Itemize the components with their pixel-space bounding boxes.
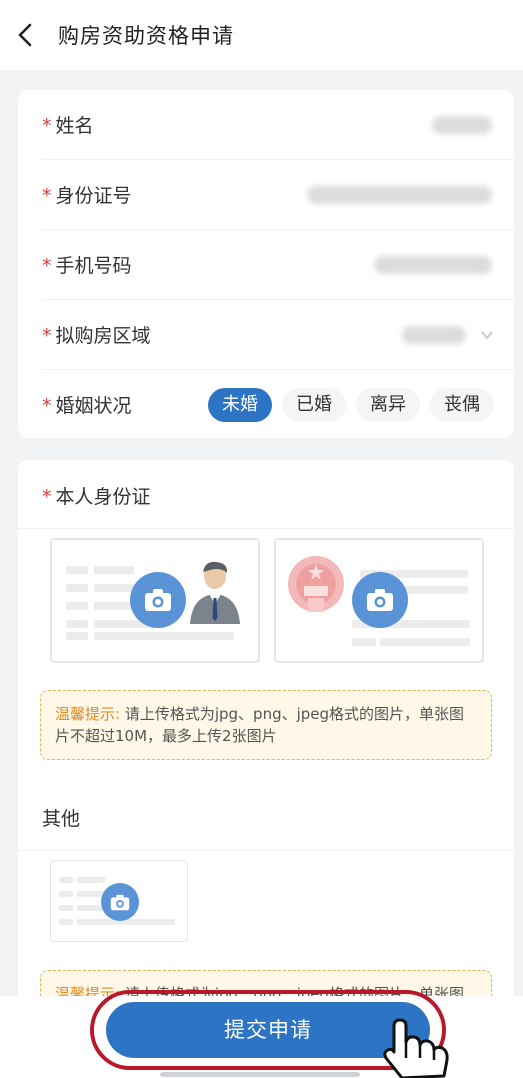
id-back-upload[interactable] [274,538,484,663]
area-row[interactable]: * 拟购房区域 [18,300,514,370]
camera-icon [352,572,408,628]
upload-card: * 本人身份证 温馨提示: 请上传格式为jpg、png、jpeg格式的图片，单张… [18,460,514,1020]
marital-row: * 婚姻状况 未婚 已婚 离异 丧偶 [18,370,514,440]
pointer-hand-icon [383,1018,449,1078]
id-number-row[interactable]: * 身份证号 [18,160,514,230]
camera-icon [130,572,186,628]
other-section-title: 其他 [42,808,81,830]
portrait-icon [190,561,240,624]
camera-icon [101,883,139,921]
top-bar: 购房资助资格申请 [0,0,523,70]
id-value-redacted [307,186,492,204]
id-front-upload[interactable] [50,538,260,663]
marital-option-single[interactable]: 未婚 [208,388,272,422]
home-indicator [160,1072,360,1077]
name-value-redacted [432,116,492,134]
marital-option-married[interactable]: 已婚 [282,388,346,422]
marital-label: * 婚姻状况 [42,395,132,417]
chevron-left-icon[interactable] [14,22,38,48]
page-title: 购房资助资格申请 [58,24,234,48]
phone-value-redacted [374,256,492,274]
chevron-down-icon [481,331,493,340]
other-upload[interactable] [50,860,188,942]
marital-option-divorced[interactable]: 离异 [356,388,420,422]
basic-info-card: * 姓名 * 身份证号 * 手机号码 * 拟购房区域 * 婚姻状况 未婚 已婚 离异 丧偶 [18,90,514,438]
marital-option-widowed[interactable]: 丧偶 [430,388,494,422]
area-value-redacted [402,326,466,344]
area-label: * 拟购房区域 [42,325,151,347]
id-card-section-title: * 本人身份证 [42,486,151,508]
marital-options: 未婚 已婚 离异 丧偶 [208,388,494,422]
name-row[interactable]: * 姓名 [18,90,514,160]
name-label: * 姓名 [42,115,94,137]
phone-label: * 手机号码 [42,255,132,277]
id-number-label: * 身份证号 [42,185,132,207]
upload-tip: 温馨提示: 请上传格式为jpg、png、jpeg格式的图片，单张图片不超过10M… [40,690,492,760]
national-emblem-icon [288,556,344,612]
phone-row[interactable]: * 手机号码 [18,230,514,300]
